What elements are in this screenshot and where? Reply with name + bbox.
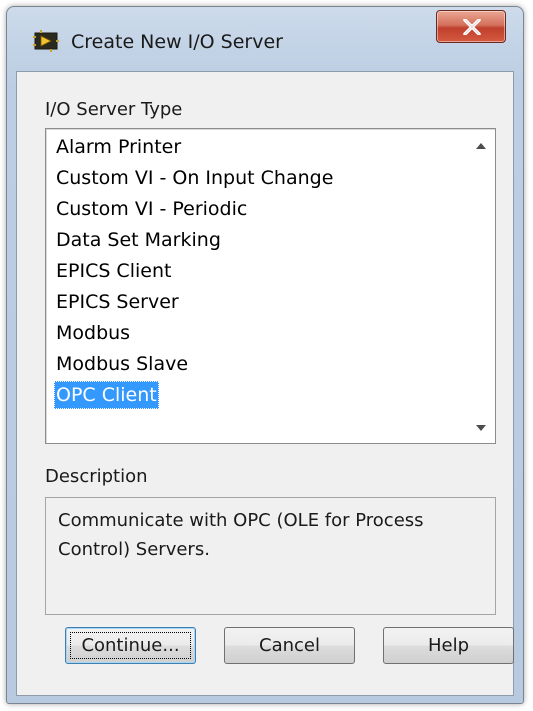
list-item-alarm-printer[interactable]: Alarm Printer <box>54 133 183 161</box>
description-text: Communicate with OPC (OLE for Process Co… <box>58 510 424 560</box>
dialog-body: I/O Server Type Alarm Printer Custom VI … <box>16 71 514 696</box>
close-button[interactable] <box>436 10 506 43</box>
list-item-opc-client[interactable]: OPC Client <box>54 381 159 409</box>
server-type-listbox[interactable]: Alarm Printer Custom VI - On Input Chang… <box>45 128 496 444</box>
help-button[interactable]: Help <box>383 627 514 664</box>
list-item-modbus[interactable]: Modbus <box>54 319 132 347</box>
server-type-label: I/O Server Type <box>45 99 183 120</box>
window-title: Create New I/O Server <box>71 31 283 53</box>
description-label: Description <box>45 466 148 487</box>
list-item-epics-client[interactable]: EPICS Client <box>54 257 173 285</box>
list-item-data-set-marking[interactable]: Data Set Marking <box>54 226 223 254</box>
cancel-button[interactable]: Cancel <box>224 627 355 664</box>
continue-button-label: Continue... <box>81 635 180 656</box>
scroll-up-arrow-icon[interactable] <box>474 141 488 151</box>
list-item-custom-vi-on-input-change[interactable]: Custom VI - On Input Change <box>54 164 335 192</box>
list-item-modbus-slave[interactable]: Modbus Slave <box>54 350 190 378</box>
close-x-icon <box>463 19 481 35</box>
labview-vi-icon <box>33 29 59 53</box>
scroll-down-arrow-icon[interactable] <box>474 423 488 433</box>
dialog-window: Create New I/O Server I/O Server Type Al… <box>6 6 524 704</box>
title-bar[interactable]: Create New I/O Server <box>7 7 523 71</box>
list-item-custom-vi-periodic[interactable]: Custom VI - Periodic <box>54 195 249 223</box>
listbox-scrollbar[interactable] <box>469 131 493 441</box>
list-item-epics-server[interactable]: EPICS Server <box>54 288 181 316</box>
continue-button[interactable]: Continue... <box>65 627 196 664</box>
description-box: Communicate with OPC (OLE for Process Co… <box>45 497 496 615</box>
